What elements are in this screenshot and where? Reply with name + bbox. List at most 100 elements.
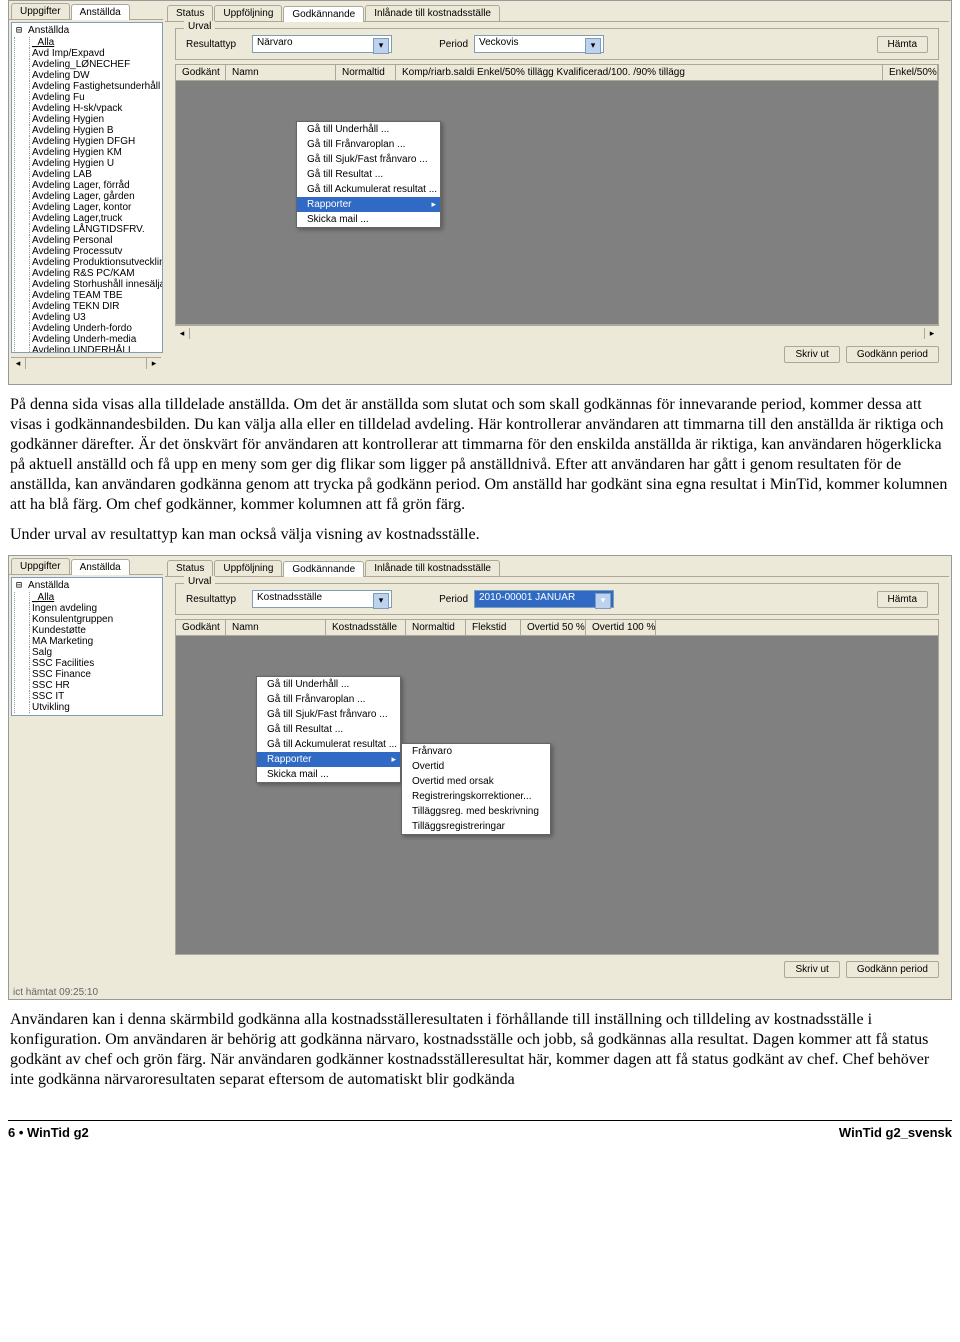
tree-item[interactable]: Avdeling H-sk/vpack — [29, 103, 160, 114]
godkann-period-button[interactable]: Godkänn period — [846, 346, 939, 363]
tree-item[interactable]: _Alla — [29, 37, 160, 48]
tab-status[interactable]: Status — [167, 5, 213, 21]
grid-body-2[interactable]: Gå till Underhåll ...Gå till Frånvaropla… — [175, 636, 939, 955]
col-normaltid-2[interactable]: Normaltid — [406, 620, 466, 635]
col-overtid50-2[interactable]: Overtid 50 % — [521, 620, 586, 635]
col-normaltid[interactable]: Normaltid — [336, 65, 396, 80]
context-menu-item[interactable]: Gå till Frånvaroplan ... — [257, 692, 400, 707]
context-menu-item[interactable]: Gå till Underhåll ... — [257, 677, 400, 692]
context-menu-item[interactable]: Gå till Frånvaroplan ... — [297, 137, 440, 152]
tree-item[interactable]: SSC Facilities — [29, 658, 160, 669]
left-tab-anstallda[interactable]: Anställda — [71, 4, 130, 20]
left-tab-uppgifter[interactable]: Uppgifter — [11, 3, 70, 19]
tree-item[interactable]: Avdeling Hygien U — [29, 158, 160, 169]
context-menu-item[interactable]: Skicka mail ... — [257, 767, 400, 782]
hamta-button[interactable]: Hämta — [877, 36, 928, 53]
submenu-item[interactable]: Tilläggsreg. med beskrivning — [402, 804, 550, 819]
tree-item[interactable]: Avdeling Hygien B — [29, 125, 160, 136]
tree-item[interactable]: Avdeling TEKN DIR — [29, 301, 160, 312]
tree-item[interactable]: SSC Finance — [29, 669, 160, 680]
tree-item[interactable]: Avdeling UNDERHÅLL — [29, 345, 160, 353]
submenu-item[interactable]: Overtid med orsak — [402, 774, 550, 789]
context-menu-item[interactable]: Gå till Sjuk/Fast frånvaro ... — [257, 707, 400, 722]
tree-item[interactable]: Avdeling_LØNECHEF — [29, 59, 160, 70]
tree-item[interactable]: Avdeling Personal — [29, 235, 160, 246]
sidebar-tree-2[interactable]: Anställda _AllaIngen avdelingKonsulentgr… — [11, 577, 163, 716]
tree-item[interactable]: Avdeling DW — [29, 70, 160, 81]
col-godkant[interactable]: Godkänt — [176, 65, 226, 80]
tab-status-2[interactable]: Status — [167, 560, 213, 576]
tree-item[interactable]: Avdeling Storhushåll innesäljare — [29, 279, 160, 290]
hamta-button-2[interactable]: Hämta — [877, 591, 928, 608]
skriv-ut-button[interactable]: Skriv ut — [784, 346, 839, 363]
sidebar-horizontal-scroll[interactable] — [11, 357, 161, 369]
tree-item[interactable]: Avdeling Underh-media — [29, 334, 160, 345]
context-menu-item[interactable]: Gå till Resultat ... — [257, 722, 400, 737]
submenu-item[interactable]: Tilläggsregistreringar — [402, 819, 550, 834]
resultattyp-select-2[interactable]: Kostnadsställe — [252, 590, 392, 608]
resultattyp-select[interactable]: Närvaro — [252, 35, 392, 53]
tab-godkannande-2[interactable]: Godkännande — [283, 561, 364, 577]
tree-item[interactable]: Kundestøtte — [29, 625, 160, 636]
tree-item[interactable]: Avdeling Fastighetsunderhåll — [29, 81, 160, 92]
submenu-item[interactable]: Registreringskorrektioner... — [402, 789, 550, 804]
col-kostnadsstalle-2[interactable]: Kostnadsställe — [326, 620, 406, 635]
col-namn[interactable]: Namn — [226, 65, 336, 80]
sidebar-tree[interactable]: Anställda _AllaAvd Imp/ExpavdAvdeling_LØ… — [11, 22, 163, 353]
context-menu-item[interactable]: Rapporter — [297, 197, 440, 212]
col-godkant-2[interactable]: Godkänt — [176, 620, 226, 635]
context-menu-item[interactable]: Skicka mail ... — [297, 212, 440, 227]
left-tab-anstallda-2[interactable]: Anställda — [71, 559, 130, 575]
tree-item[interactable]: Avdeling Hygien — [29, 114, 160, 125]
tab-godkannande[interactable]: Godkännande — [283, 6, 364, 22]
tab-inlanade-2[interactable]: Inlånade till kostnadsställe — [365, 560, 500, 576]
tree-root-label-2[interactable]: Anställda — [14, 580, 71, 591]
tree-item[interactable]: Avdeling LÅNGTIDSFRV. — [29, 224, 160, 235]
tree-item[interactable]: Avdeling Produktionsutveckling — [29, 257, 160, 268]
context-menu-item[interactable]: Gå till Ackumulerat resultat ... — [297, 182, 440, 197]
period-select-2[interactable]: 2010-00001 JANUAR — [474, 590, 614, 608]
col-various[interactable]: Komp/riarb.saldi Enkel/50% tillägg Kvali… — [396, 65, 883, 80]
tree-root-label[interactable]: Anställda — [14, 25, 71, 36]
tree-item[interactable]: Avdeling Hygien DFGH — [29, 136, 160, 147]
tree-item[interactable]: Utvikling — [29, 702, 160, 713]
tree-item[interactable]: Avdeling Lager,truck — [29, 213, 160, 224]
submenu-item[interactable]: Frånvaro — [402, 744, 550, 759]
tree-item[interactable]: Avdeling Underh-fordo — [29, 323, 160, 334]
tab-inlanade[interactable]: Inlånade till kostnadsställe — [365, 5, 500, 21]
context-menu-item[interactable]: Gå till Resultat ... — [297, 167, 440, 182]
tree-item[interactable]: SSC HR — [29, 680, 160, 691]
grid-horizontal-scroll[interactable] — [175, 325, 939, 340]
tree-item[interactable]: Avdeling R&S PC/KAM — [29, 268, 160, 279]
tree-item[interactable]: Ingen avdeling — [29, 603, 160, 614]
tree-item[interactable]: SSC IT — [29, 691, 160, 702]
left-tab-uppgifter-2[interactable]: Uppgifter — [11, 558, 70, 574]
context-menu-item[interactable]: Rapporter — [257, 752, 400, 767]
tree-item[interactable]: Avdeling Lager, gården — [29, 191, 160, 202]
context-menu-item[interactable]: Gå till Underhåll ... — [297, 122, 440, 137]
tree-item[interactable]: Avdeling Hygien KM — [29, 147, 160, 158]
grid-body[interactable]: Gå till Underhåll ...Gå till Frånvaropla… — [175, 81, 939, 325]
period-select[interactable]: Veckovis — [474, 35, 604, 53]
tree-item[interactable]: Avdeling Lager, kontor — [29, 202, 160, 213]
tree-item[interactable]: Salg — [29, 647, 160, 658]
col-flekstid-2[interactable]: Flekstid — [466, 620, 521, 635]
col-overtid100-2[interactable]: Overtid 100 % — [586, 620, 656, 635]
tree-item[interactable]: Konsulentgruppen — [29, 614, 160, 625]
tree-item[interactable]: _Alla — [29, 592, 160, 603]
context-menu-item[interactable]: Gå till Ackumulerat resultat ... — [257, 737, 400, 752]
skriv-ut-button-2[interactable]: Skriv ut — [784, 961, 839, 978]
tree-item[interactable]: Avdeling U3 — [29, 312, 160, 323]
godkann-period-button-2[interactable]: Godkänn period — [846, 961, 939, 978]
tree-item[interactable]: Avd Imp/Expavd — [29, 48, 160, 59]
tree-item[interactable]: Avdeling TEAM TBE — [29, 290, 160, 301]
tab-uppfoljning-2[interactable]: Uppföljning — [214, 560, 282, 576]
col-enkel50[interactable]: Enkel/50% — [883, 65, 938, 80]
context-menu-item[interactable]: Gå till Sjuk/Fast frånvaro ... — [297, 152, 440, 167]
submenu-item[interactable]: Overtid — [402, 759, 550, 774]
tree-item[interactable]: Avdeling Fu — [29, 92, 160, 103]
tree-item[interactable]: Avdeling Processutv — [29, 246, 160, 257]
col-namn-2[interactable]: Namn — [226, 620, 326, 635]
tree-item[interactable]: Avdeling LAB — [29, 169, 160, 180]
tab-uppfoljning[interactable]: Uppföljning — [214, 5, 282, 21]
